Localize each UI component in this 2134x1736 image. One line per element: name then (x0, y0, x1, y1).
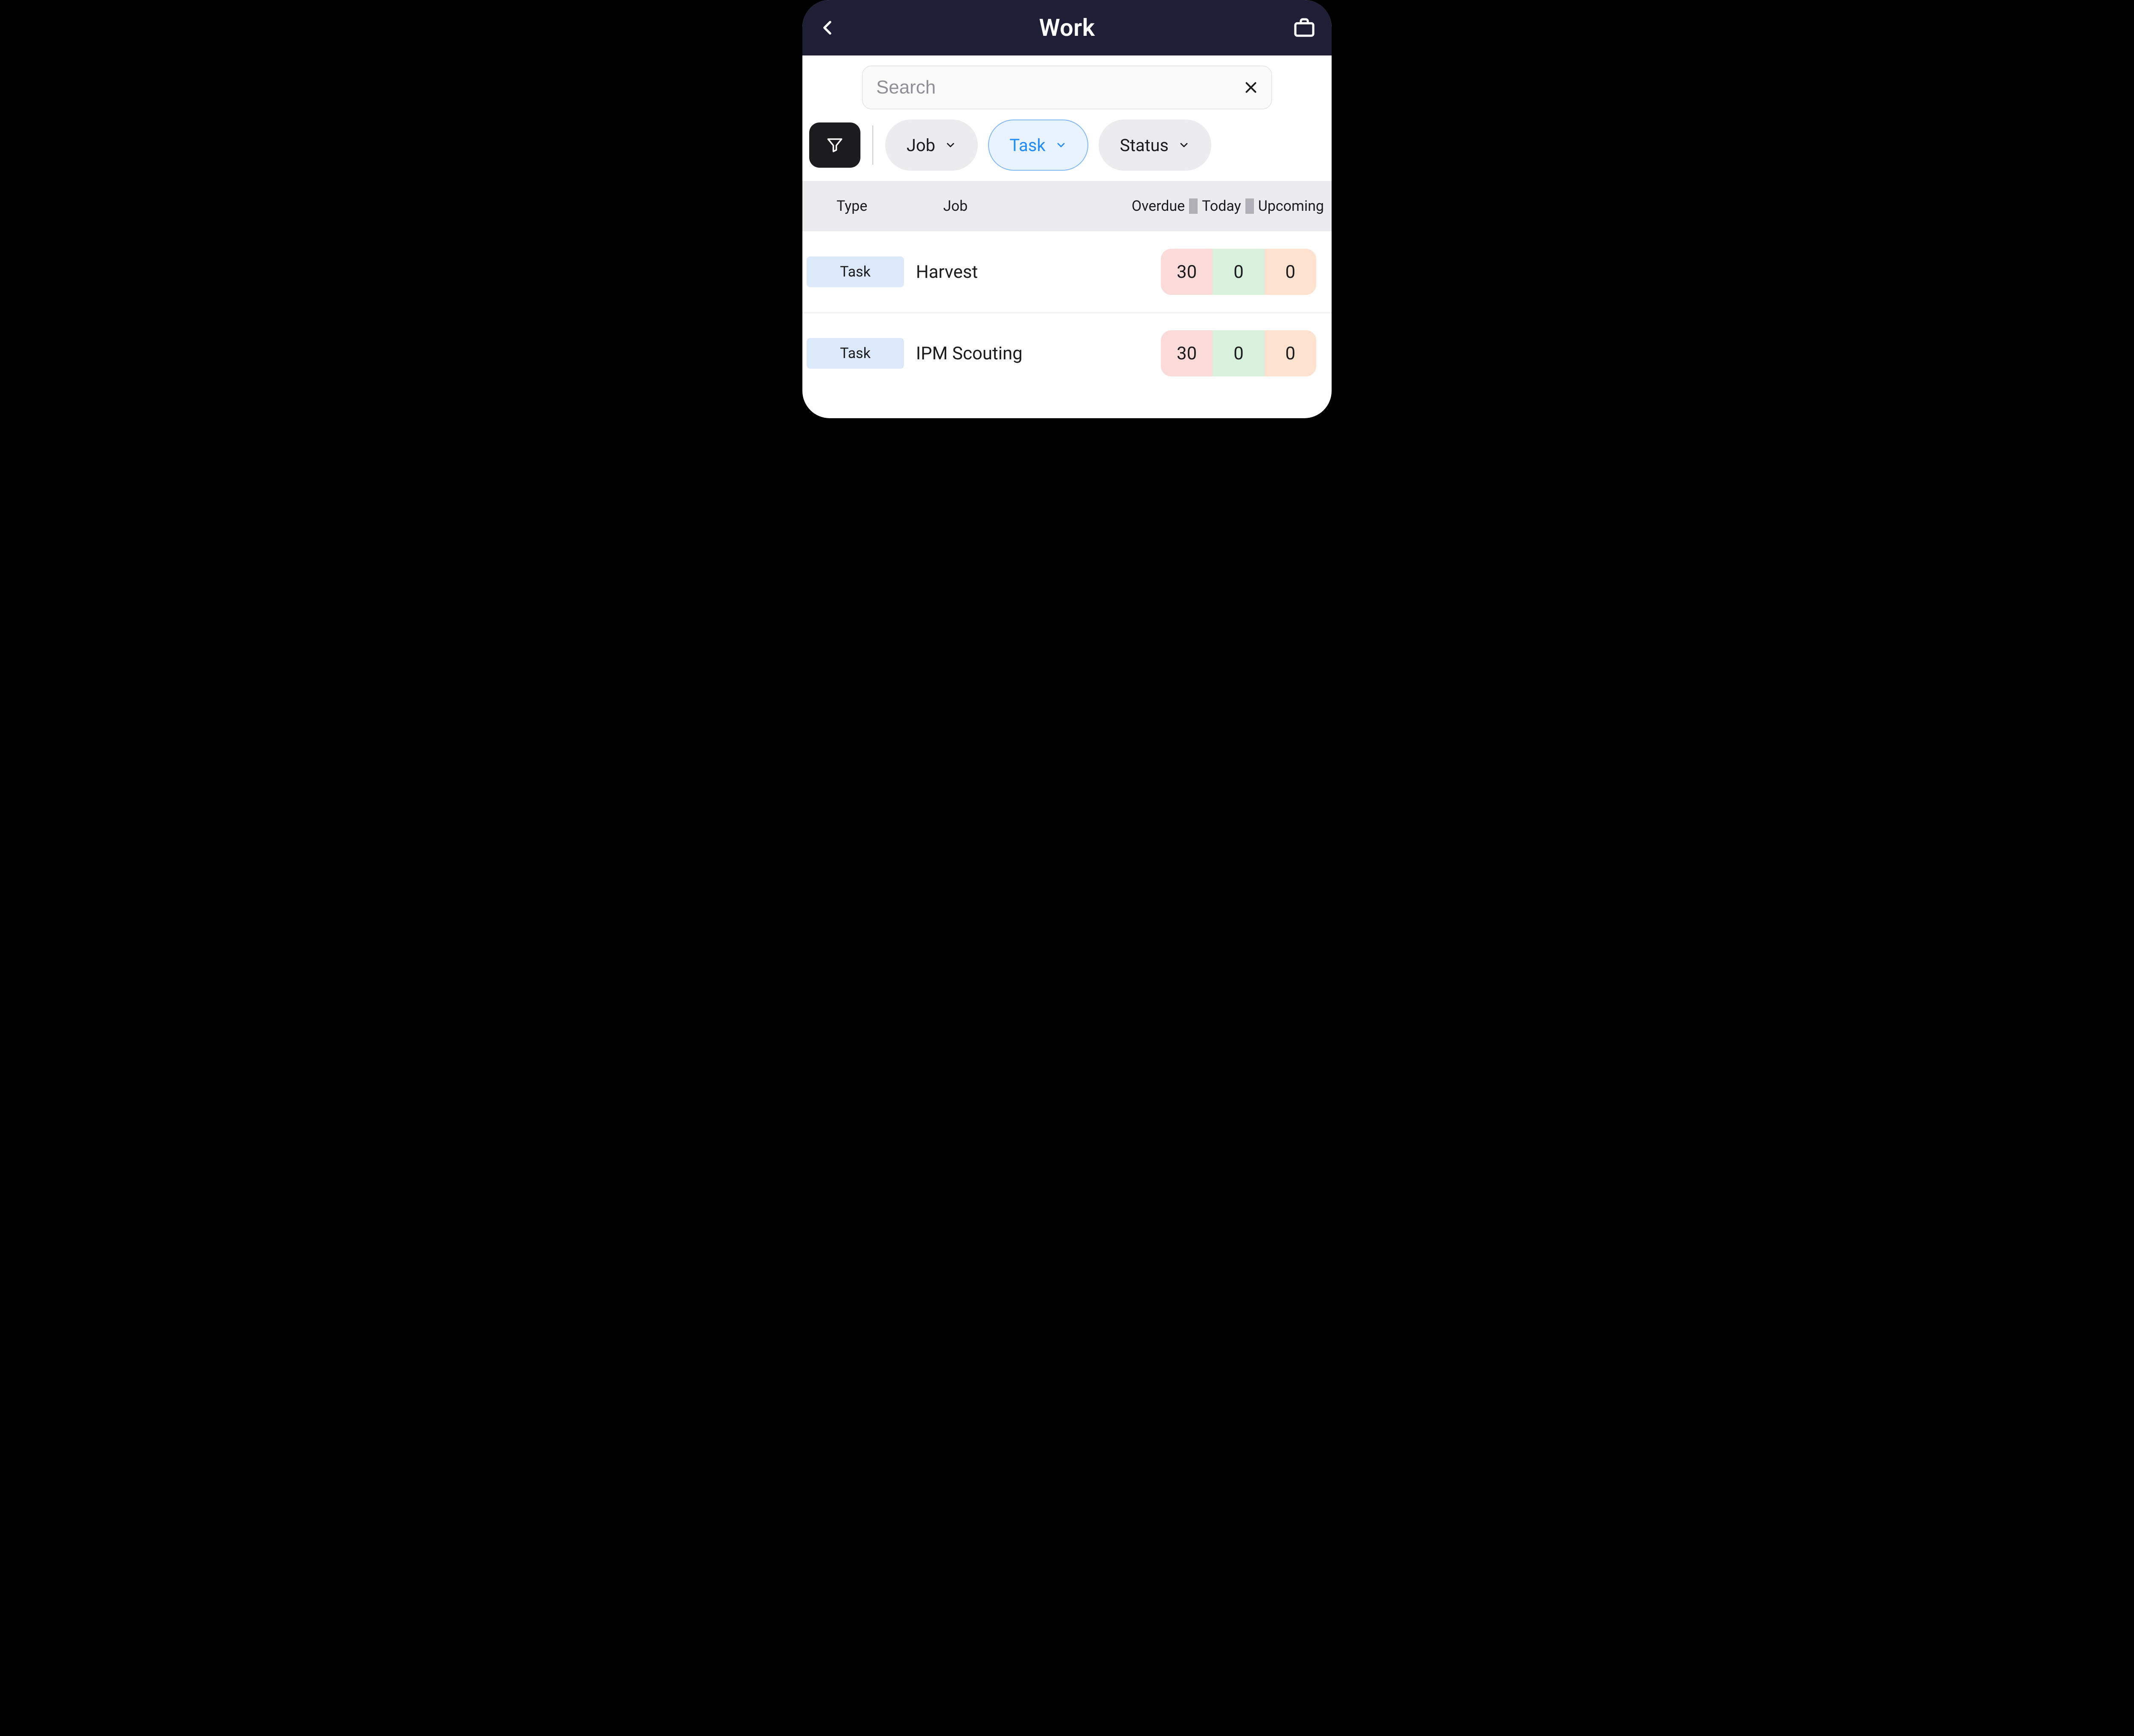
chevron-left-icon (819, 17, 837, 38)
funnel-icon (826, 136, 844, 154)
column-header-today: Today (1198, 198, 1245, 215)
divider (872, 125, 873, 165)
divider (1189, 198, 1198, 214)
table-body: Task Harvest 30 0 0 Task IPM Scouting 30… (802, 231, 1332, 418)
table-row[interactable]: Task IPM Scouting 30 0 0 (802, 312, 1332, 393)
briefcase-button[interactable] (1291, 14, 1318, 41)
job-name: Harvest (913, 262, 1161, 283)
table-header: Type Job Overdue Today Upcoming (802, 181, 1332, 231)
chip-label: Task (1009, 135, 1045, 155)
stat-overdue: 30 (1161, 330, 1213, 376)
column-header-overdue: Overdue (1127, 198, 1189, 215)
close-icon (1243, 80, 1259, 95)
chevron-down-icon (1178, 139, 1190, 151)
filter-chip-task[interactable]: Task (988, 119, 1088, 171)
chevron-down-icon (945, 139, 956, 151)
filter-chips-row: Job Task Status (802, 117, 1332, 181)
type-badge: Task (807, 256, 904, 287)
stat-upcoming: 0 (1265, 330, 1316, 376)
chip-label: Job (907, 135, 935, 155)
page-title: Work (1039, 14, 1095, 42)
stat-today: 0 (1213, 330, 1264, 376)
briefcase-icon (1292, 16, 1316, 40)
stat-today: 0 (1213, 249, 1264, 295)
search-input[interactable] (875, 76, 1241, 99)
stat-upcoming: 0 (1265, 249, 1316, 295)
stat-overdue: 30 (1161, 249, 1213, 295)
chip-label: Status (1120, 135, 1169, 155)
column-header-type: Type (837, 198, 943, 215)
chevron-down-icon (1055, 139, 1067, 151)
column-header-upcoming: Upcoming (1254, 198, 1328, 215)
row-stats: 30 0 0 (1161, 330, 1316, 376)
row-stats: 30 0 0 (1161, 249, 1316, 295)
type-badge: Task (807, 338, 904, 369)
clear-search-button[interactable] (1241, 77, 1261, 98)
filter-button[interactable] (809, 122, 860, 168)
job-name: IPM Scouting (913, 343, 1161, 364)
filter-chip-job[interactable]: Job (885, 119, 978, 171)
search-field[interactable] (862, 66, 1272, 109)
back-button[interactable] (816, 16, 840, 40)
filter-chip-status[interactable]: Status (1099, 119, 1211, 171)
column-header-stats: Overdue Today Upcoming (1161, 198, 1332, 215)
app-screen: Work Job (802, 0, 1332, 418)
header-bar: Work (802, 0, 1332, 55)
search-section (802, 55, 1332, 117)
table-row[interactable]: Task Harvest 30 0 0 (802, 231, 1332, 312)
divider (1245, 198, 1254, 214)
